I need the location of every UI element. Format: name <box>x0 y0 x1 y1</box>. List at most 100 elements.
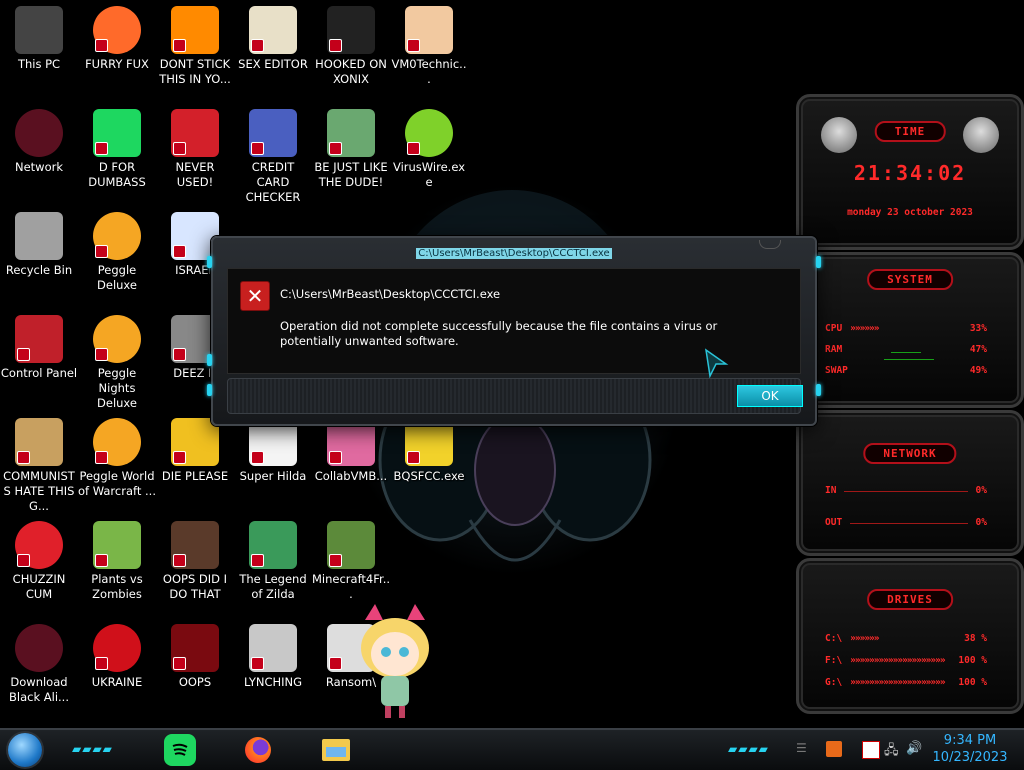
network-icon[interactable]: 🖧 <box>884 741 900 758</box>
desktop-icon[interactable]: The Legend of Zilda <box>234 521 312 602</box>
network-out-value: 0% <box>975 517 987 528</box>
drives-gadget[interactable]: DRIVES C:\ »»»»»» 38 % F:\ »»»»»»»»»»»»»… <box>796 558 1024 714</box>
desktop-icon[interactable]: OOPS DID I DO THAT <box>156 521 234 602</box>
ram-value: 47% <box>969 344 987 355</box>
network-out-row: OUT 0% <box>825 517 987 528</box>
taskbar-clock[interactable]: 9:34 PM 10/23/2023 <box>930 732 1010 766</box>
time-gadget-title: TIME <box>874 121 946 142</box>
shortcut-arrow-icon <box>251 554 264 567</box>
money-bag-icon <box>15 418 63 466</box>
desktop-icon[interactable]: FURRY FUX <box>78 6 156 72</box>
desktop-icon[interactable]: CHUZZIN CUM <box>0 521 78 602</box>
fence-icon <box>249 624 297 672</box>
firefox-taskbar-button[interactable] <box>242 734 274 766</box>
desktop-icon[interactable]: OOPS <box>156 624 234 690</box>
desktop-icon-label: CHUZZIN CUM <box>12 572 66 601</box>
network-out-label: OUT <box>825 517 843 528</box>
desktop-icon-label: BE JUST LIKE THE DUDE! <box>314 160 388 189</box>
list-icon[interactable]: ☰ <box>796 741 812 757</box>
shortcut-arrow-icon <box>407 451 420 464</box>
desktop-icon[interactable]: UKRAINE <box>78 624 156 690</box>
desktop-icon[interactable]: D FOR DUMBASS <box>78 109 156 190</box>
desktop-icon[interactable]: SEX EDITOR <box>234 6 312 72</box>
portrait-icon <box>171 521 219 569</box>
spotify-icon <box>172 743 188 756</box>
desktop-icon-label: CREDIT CARD CHECKER <box>245 160 301 204</box>
shortcut-arrow-icon <box>95 657 108 670</box>
desktop-icon[interactable]: Super Hilda <box>234 418 312 484</box>
time-gadget[interactable]: TIME 21:34:02 monday 23 october 2023 <box>796 94 1024 250</box>
file-explorer-taskbar-button[interactable] <box>320 734 352 766</box>
desktop-icon[interactable]: Peggle World of Warcraft ... <box>78 418 156 499</box>
desktop-icon-label: Download Black Ali... <box>9 675 69 704</box>
desktop-icon[interactable]: Control Panel <box>0 315 78 381</box>
spotify-icon <box>93 109 141 157</box>
desktop-icon[interactable]: Peggle Deluxe <box>78 212 156 293</box>
network-gadget-title: NETWORK <box>863 443 957 464</box>
shortcut-arrow-icon <box>329 554 342 567</box>
desktop-icon[interactable]: LYNCHING <box>234 624 312 690</box>
volume-icon[interactable]: 🔊 <box>906 741 922 757</box>
taskbar-ornament-left: ▰▰▰▰ <box>72 742 113 756</box>
desktop-icon-label: HOOKED ON XONIX <box>315 57 387 86</box>
desktop-icon[interactable]: CREDIT CARD CHECKER <box>234 109 312 205</box>
start-button[interactable] <box>8 733 42 767</box>
desktop-icon-label: NEVER USED! <box>175 160 215 189</box>
desktop-icon[interactable]: Peggle Nights Deluxe <box>78 315 156 411</box>
shortcut-arrow-icon <box>95 348 108 361</box>
desktop-icon[interactable]: BQSFCC.exe <box>390 418 468 484</box>
drive-f-bar: »»»»»»»»»»»»»»»»»»»» <box>850 655 945 666</box>
error-dialog[interactable]: C:\Users\MrBeast\Desktop\CCCTCI.exe ✕ C:… <box>207 236 821 426</box>
drive-c-value: 38 % <box>964 633 987 644</box>
radiation-icon <box>93 624 141 672</box>
file-path-text: C:\Users\MrBeast\Desktop\CCCTCI.exe <box>280 287 501 301</box>
shortcut-arrow-icon <box>407 142 420 155</box>
security-flag-icon[interactable] <box>862 741 880 759</box>
shortcut-arrow-icon <box>173 348 186 361</box>
shortcut-arrow-icon <box>173 657 186 670</box>
desktop-icon[interactable]: VirusWire.exe <box>390 109 468 190</box>
desktop-icon[interactable]: COMMUNISTS HATE THIS G... <box>0 418 78 514</box>
peggle-icon <box>93 315 141 363</box>
network-gadget[interactable]: NETWORK IN 0% OUT 0% <box>796 410 1024 556</box>
shortcut-arrow-icon <box>251 451 264 464</box>
spotify-taskbar-button[interactable] <box>164 734 196 766</box>
desktop-icon[interactable]: HOOKED ON XONIX <box>312 6 390 87</box>
app-tray-icon[interactable] <box>826 741 842 757</box>
network-in-row: IN 0% <box>825 485 987 496</box>
desktop-icon[interactable]: DONT STICK THIS IN YO... <box>156 6 234 87</box>
shortcut-arrow-icon <box>329 142 342 155</box>
adobe-de-icon <box>171 418 219 466</box>
shortcut-arrow-icon <box>329 657 342 670</box>
shortcut-arrow-icon <box>329 39 342 52</box>
ok-button[interactable]: OK <box>737 385 803 407</box>
star-butterfly-mascot[interactable] <box>345 600 445 722</box>
shortcut-arrow-icon <box>95 245 108 258</box>
system-gadget[interactable]: SYSTEM CPU »»»»»» 33% RAM 47% SWAP 49% <box>796 252 1024 408</box>
drive-g-row: G:\ »»»»»»»»»»»»»»»»»»»» 100 % <box>825 677 987 688</box>
desktop-icon[interactable]: Network <box>0 109 78 175</box>
dialog-title: C:\Users\MrBeast\Desktop\CCCTCI.exe <box>416 248 612 259</box>
shortcut-arrow-icon <box>173 142 186 155</box>
drives-gadget-title: DRIVES <box>867 589 953 610</box>
firefox-icon <box>245 737 271 763</box>
firefox-icon <box>93 6 141 54</box>
desktop-icon[interactable]: CollabVMB... <box>312 418 390 484</box>
desktop-icon-label: COMMUNISTS HATE THIS G... <box>3 469 75 513</box>
desktop-icon[interactable]: DIE PLEASE <box>156 418 234 484</box>
cpu-bar: »»»»»» <box>850 323 879 334</box>
minecraft-icon <box>327 521 375 569</box>
red-screen-icon <box>171 624 219 672</box>
desktop-icon[interactable]: Minecraft4Fr... <box>312 521 390 602</box>
desktop-icon-label: OOPS DID I DO THAT <box>162 572 228 601</box>
taskbar: ▰▰▰▰ ▰▰▰▰ ☰ 🖧 🔊 9:34 PM 10/23/2023 <box>0 728 1024 770</box>
desktop-icon[interactable]: Recycle Bin <box>0 212 78 278</box>
desktop-icon[interactable]: NEVER USED! <box>156 109 234 190</box>
desktop-icon[interactable]: VM0Technic... <box>390 6 468 87</box>
credit-card-icon <box>249 109 297 157</box>
desktop-icon-label: SEX EDITOR <box>238 57 308 71</box>
desktop-icon[interactable]: BE JUST LIKE THE DUDE! <box>312 109 390 190</box>
desktop-icon[interactable]: Plants vs Zombies <box>78 521 156 602</box>
desktop-icon[interactable]: This PC <box>0 6 78 72</box>
desktop-icon[interactable]: Download Black Ali... <box>0 624 78 705</box>
